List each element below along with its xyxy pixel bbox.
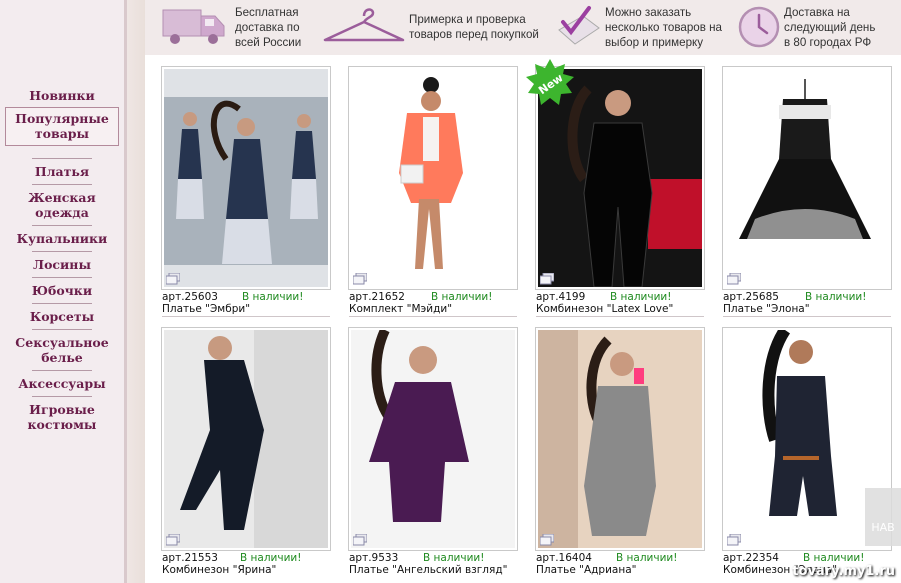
gallery-icon[interactable]	[353, 273, 367, 285]
nav-divider	[32, 396, 92, 397]
product-card[interactable]: New	[526, 59, 705, 290]
product-sku: арт.25603	[162, 291, 218, 303]
category-nav: Новинки Популярные товары Платья Женская о…	[0, 88, 124, 432]
nav-divider	[32, 303, 92, 304]
product-image[interactable]	[164, 330, 328, 548]
gallery-icon[interactable]	[540, 273, 554, 285]
nav-item-accessories[interactable]: Аксессуары	[0, 376, 124, 391]
nav-divider	[32, 277, 92, 278]
nav-divider	[32, 251, 92, 252]
product-sku: арт.25685	[723, 291, 779, 303]
product-card[interactable]	[161, 66, 331, 290]
truck-icon	[162, 9, 225, 44]
stock-status: В наличии!	[610, 291, 672, 303]
product-sku: арт.9533	[349, 552, 399, 564]
stock-status: В наличии!	[423, 552, 485, 564]
features-banner: Бесплатная доставка по всей России Примерк…	[145, 0, 901, 55]
product-image[interactable]	[351, 330, 515, 548]
feature-order-several: Можно заказать несколько товаров на выбор …	[555, 0, 735, 55]
gallery-icon[interactable]	[166, 534, 180, 546]
product-name-link[interactable]: Комплект "Мэйди"	[349, 303, 452, 315]
product-image[interactable]	[164, 69, 328, 287]
gallery-icon[interactable]	[166, 273, 180, 285]
stock-status: В наличии!	[803, 552, 865, 564]
feature-try-on: Примерка и проверка товаров перед покупко…	[321, 0, 551, 55]
divider	[162, 316, 330, 317]
nav-item-corsets[interactable]: Корсеты	[0, 309, 124, 324]
stock-status: В наличии!	[240, 552, 302, 564]
watermark: tovary.my1.ru	[792, 564, 895, 579]
nav-item-dresses[interactable]: Платья	[0, 164, 124, 179]
nav-item-costumes[interactable]: Игровые костюмы	[0, 402, 124, 432]
stock-status: В наличии!	[616, 552, 678, 564]
product-name-link[interactable]: Платье "Ангельский взгляд"	[349, 564, 507, 576]
product-image[interactable]	[725, 69, 889, 287]
nav-item-novinki[interactable]: Новинки	[0, 88, 124, 103]
product-card[interactable]	[722, 66, 892, 290]
stock-status: В наличии!	[431, 291, 493, 303]
product-sku: арт.16404	[536, 552, 592, 564]
sidebar-shadow	[127, 0, 145, 583]
feature-text: Бесплатная доставка по всей России	[235, 6, 302, 49]
stock-status: В наличии!	[242, 291, 304, 303]
side-tab[interactable]: НАВ	[865, 488, 901, 546]
gallery-icon[interactable]	[727, 273, 741, 285]
divider	[723, 316, 891, 317]
feature-text: Примерка и проверка товаров перед покупко…	[409, 13, 539, 41]
gallery-icon[interactable]	[353, 534, 367, 546]
feature-text: Можно заказать несколько товаров на выбор …	[605, 6, 722, 49]
nav-item-leggings[interactable]: Лосины	[0, 257, 124, 272]
nav-item-swimwear[interactable]: Купальники	[0, 231, 124, 246]
new-badge: New	[526, 59, 574, 105]
hanger-icon	[323, 8, 405, 42]
product-sku: арт.22354	[723, 552, 779, 564]
product-card[interactable]	[348, 66, 518, 290]
divider	[349, 316, 517, 317]
nav-divider	[32, 184, 92, 185]
feature-free-delivery: Бесплатная доставка по всей России	[161, 0, 321, 55]
nav-item-popular[interactable]: Популярные товары	[5, 107, 119, 146]
feature-next-day: Доставка на следующий день в 80 городах РФ	[737, 0, 901, 55]
nav-divider	[32, 370, 92, 371]
divider	[536, 316, 704, 317]
nav-divider	[32, 158, 92, 159]
product-sku: арт.4199	[536, 291, 586, 303]
checkbox-icon	[558, 6, 600, 45]
nav-item-lingerie[interactable]: Сексуальное белье	[0, 335, 124, 365]
stock-status: В наличии!	[805, 291, 867, 303]
nav-divider	[32, 329, 92, 330]
product-name-link[interactable]: Комбинезон "Latex Love"	[536, 303, 673, 315]
clock-icon	[738, 6, 780, 48]
nav-item-women-clothing[interactable]: Женская одежда	[0, 190, 124, 220]
nav-item-skirts[interactable]: Юбочки	[0, 283, 124, 298]
product-name-link[interactable]: Платье "Эмбри"	[162, 303, 250, 315]
product-image[interactable]	[351, 69, 515, 287]
gallery-icon[interactable]	[540, 534, 554, 546]
feature-text: Доставка на следующий день в 80 городах РФ	[784, 6, 876, 49]
product-card[interactable]	[161, 327, 331, 551]
sidebar: Новинки Популярные товары Платья Женская о…	[0, 0, 124, 583]
product-sku: арт.21652	[349, 291, 405, 303]
product-name-link[interactable]: Платье "Адриана"	[536, 564, 636, 576]
product-image[interactable]	[538, 330, 702, 548]
nav-divider	[32, 225, 92, 226]
gallery-icon[interactable]	[727, 534, 741, 546]
product-name-link[interactable]: Комбинезон "Ярина"	[162, 564, 276, 576]
product-card[interactable]	[535, 327, 705, 551]
product-sku: арт.21553	[162, 552, 218, 564]
product-name-link[interactable]: Платье "Элона"	[723, 303, 810, 315]
product-card[interactable]	[348, 327, 518, 551]
